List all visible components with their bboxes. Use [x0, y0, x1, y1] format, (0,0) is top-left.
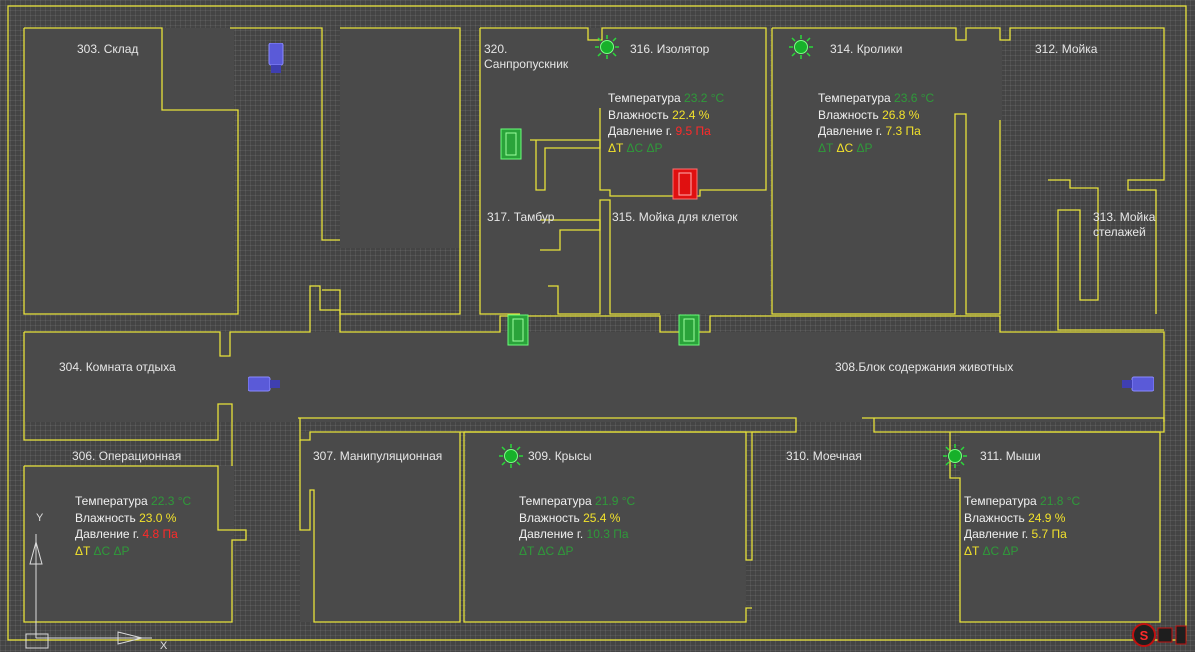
temp-value: 21.9 °C: [595, 494, 636, 508]
room-label-314[interactable]: 314. Кролики: [830, 42, 902, 57]
status-logo-icon[interactable]: S: [1132, 622, 1192, 648]
camera-icon[interactable]: [248, 375, 282, 393]
room-label-304[interactable]: 304. Комната отдыха: [59, 360, 176, 375]
room-label-315[interactable]: 315. Мойка для клеток: [612, 210, 738, 225]
lamp-icon[interactable]: [594, 34, 620, 60]
room-label-307[interactable]: 307. Манипуляционная: [313, 449, 442, 464]
sensor-panel-309[interactable]: Температура 21.9 °C Влажность 25.4 % Дав…: [519, 493, 635, 559]
humidity-value: 24.9 %: [1028, 510, 1066, 525]
axis-x-label: X: [160, 640, 168, 652]
pressure-value: 7.3 Па: [885, 124, 921, 138]
door-icon[interactable]: [678, 314, 700, 346]
humidity-value: 25.4 %: [583, 510, 621, 525]
room-label-308[interactable]: 308.Блок содержания животных: [835, 360, 1013, 375]
door-icon[interactable]: [500, 128, 522, 160]
humidity-value: 22.4 %: [672, 107, 710, 122]
temp-value: 23.6 °C: [894, 91, 935, 105]
room-label-309[interactable]: 309. Крысы: [528, 449, 592, 464]
sensor-panel-311[interactable]: Температура 21.8 °C Влажность 24.9 % Дав…: [964, 493, 1080, 559]
room-label-311[interactable]: 311. Мыши: [980, 449, 1041, 464]
camera-icon[interactable]: [266, 43, 286, 77]
humidity-value: 26.8 %: [882, 107, 920, 122]
floor-plan: 303. Склад 320. Санпропускник 316. Изоля…: [0, 0, 1195, 652]
pressure-value: 10.3 Па: [586, 527, 629, 541]
temp-value: 21.8 °C: [1040, 494, 1081, 508]
door-icon[interactable]: [507, 314, 529, 346]
room-label-320[interactable]: 320. Санпропускник: [484, 42, 580, 72]
room-label-316[interactable]: 316. Изолятор: [630, 42, 709, 57]
camera-icon[interactable]: [1120, 375, 1154, 393]
axis-y-label: Y: [36, 512, 44, 524]
pressure-value: 9.5 Па: [675, 124, 711, 138]
lamp-icon[interactable]: [942, 443, 968, 469]
temp-value: 22.3 °C: [151, 494, 192, 508]
room-label-310[interactable]: 310. Моечная: [786, 449, 862, 464]
sensor-panel-314[interactable]: Температура 23.6 °C Влажность 26.8 % Дав…: [818, 90, 934, 156]
alarm-door-icon[interactable]: [672, 168, 698, 200]
lamp-icon[interactable]: [788, 34, 814, 60]
temp-value: 23.2 °C: [684, 91, 725, 105]
room-label-317[interactable]: 317. Тамбур: [487, 210, 554, 225]
pressure-value: 5.7 Па: [1031, 527, 1067, 541]
room-label-313[interactable]: 313. Мойка стелажей: [1093, 210, 1165, 240]
svg-text:S: S: [1140, 628, 1149, 643]
axis-marker: [25, 534, 152, 649]
sensor-panel-316[interactable]: Температура 23.2 °C Влажность 22.4 % Дав…: [608, 90, 724, 156]
room-label-312[interactable]: 312. Мойка: [1035, 42, 1097, 57]
lamp-icon[interactable]: [498, 443, 524, 469]
room-label-306[interactable]: 306. Операционная: [72, 449, 181, 464]
room-label-303[interactable]: 303. Склад: [77, 42, 138, 57]
